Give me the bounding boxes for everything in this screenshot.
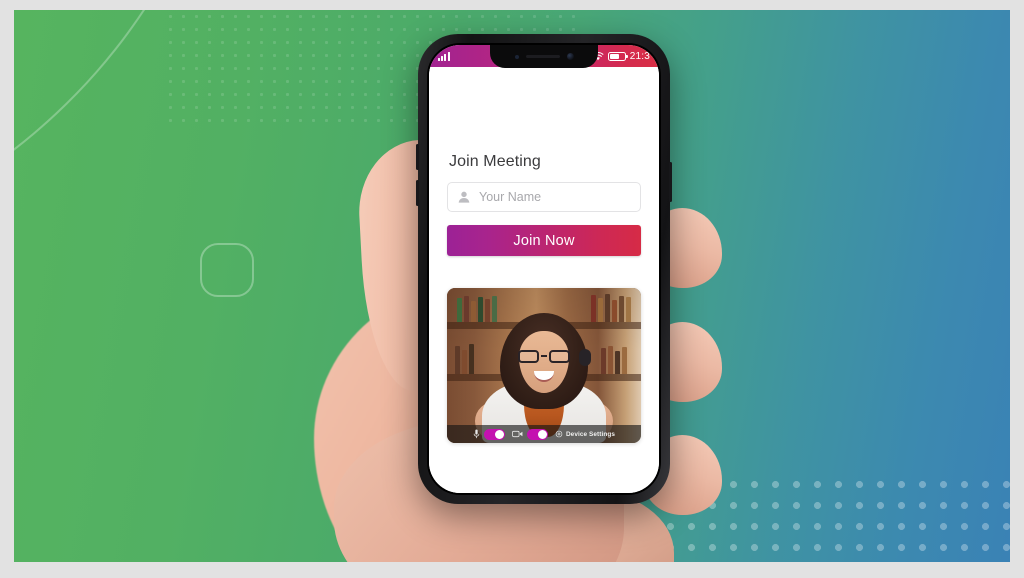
camera-control[interactable] — [512, 428, 548, 440]
proximity-sensor-icon — [514, 54, 519, 59]
mid-spacer — [447, 256, 641, 288]
battery-icon — [607, 51, 628, 61]
phone-screen: 21:3 Join Meeting Your Name Join Now Dev… — [429, 45, 659, 493]
background-canvas: 21:3 Join Meeting Your Name Join Now Dev… — [14, 10, 1010, 562]
phone-notch — [490, 45, 598, 68]
app-content: Join Meeting Your Name Join Now Device S… — [429, 67, 659, 493]
front-camera-icon — [566, 53, 574, 60]
name-input-placeholder: Your Name — [479, 190, 542, 204]
video-preview[interactable]: Device Settings — [447, 288, 641, 443]
phone-bezel: 21:3 Join Meeting Your Name Join Now Dev… — [427, 43, 661, 495]
status-bar-clock: 21:3 — [629, 50, 650, 62]
top-spacer — [447, 67, 641, 153]
volume-down-button[interactable] — [416, 180, 419, 206]
mic-toggle[interactable] — [483, 428, 505, 440]
volume-up-button[interactable] — [416, 144, 419, 170]
screenshot-stage: 21:3 Join Meeting Your Name Join Now Dev… — [0, 0, 1024, 578]
video-control-bar: Device Settings — [447, 425, 641, 443]
headset-icon — [579, 349, 591, 366]
glasses-icon — [518, 349, 570, 363]
dot-pattern-bottom-right-icon — [660, 474, 1010, 554]
device-settings-button[interactable]: Device Settings — [555, 430, 615, 438]
name-input-field[interactable]: Your Name — [447, 182, 641, 212]
microphone-icon — [473, 429, 480, 439]
camera-toggle[interactable] — [526, 428, 548, 440]
earpiece-speaker-icon — [525, 54, 560, 59]
decorative-ring — [200, 243, 254, 297]
gear-icon — [555, 430, 563, 438]
user-icon — [458, 191, 470, 203]
device-settings-label: Device Settings — [565, 430, 616, 438]
books-row — [455, 344, 474, 374]
mic-control[interactable] — [473, 428, 505, 440]
page-title: Join Meeting — [449, 153, 541, 170]
bottom-spacer — [447, 443, 641, 493]
status-bar-left — [438, 51, 450, 61]
status-bar-right: 21:3 — [592, 51, 650, 62]
video-participant — [475, 311, 613, 443]
signal-bars-icon — [438, 51, 450, 61]
smartphone-device: 21:3 Join Meeting Your Name Join Now Dev… — [416, 34, 672, 504]
video-camera-icon — [512, 430, 523, 438]
join-now-button[interactable]: Join Now — [447, 225, 641, 256]
power-button[interactable] — [669, 162, 672, 202]
